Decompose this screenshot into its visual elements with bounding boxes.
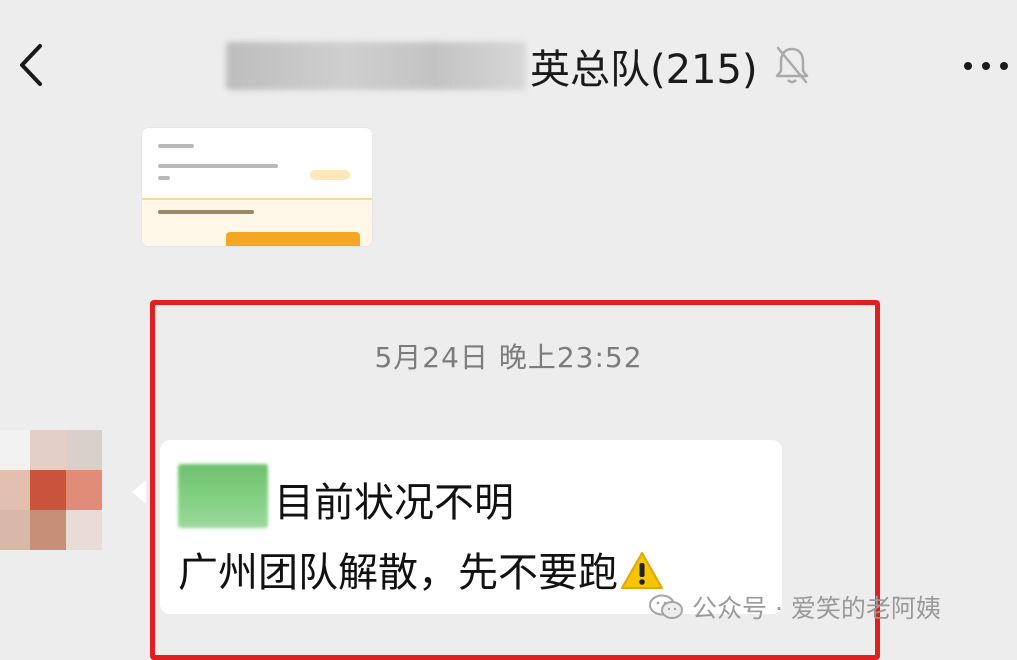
thumbnail-line	[158, 210, 254, 214]
message-line-2: 广州团队解散，先不要跑	[178, 540, 664, 598]
avatar[interactable]	[0, 430, 112, 550]
blurred-mention	[178, 464, 268, 528]
bubble-arrow	[132, 480, 146, 504]
chat-title-text: 英总队(215)	[530, 47, 758, 93]
thumbnail-line	[158, 144, 194, 148]
blurred-title-prefix	[226, 42, 526, 90]
message-bubble[interactable]: 目前状况不明 广州团队解散，先不要跑	[160, 440, 782, 614]
message-line-2-text: 广州团队解散，先不要跑	[178, 550, 618, 596]
chat-header: 英总队(215)	[0, 0, 1017, 125]
thumbnail-button	[226, 232, 360, 246]
image-message-thumbnail[interactable]	[142, 128, 372, 246]
message-line-1: 目前状况不明	[274, 480, 514, 526]
watermark: 公众号 · 爱笑的老阿姨	[648, 590, 941, 624]
wechat-icon	[649, 594, 683, 619]
watermark-text: 公众号 · 爱笑的老阿姨	[692, 594, 941, 623]
warning-icon	[621, 552, 663, 589]
more-icon[interactable]	[958, 54, 1014, 78]
thumbnail-badge	[310, 170, 350, 180]
message-timestamp: 5月24日 晚上23:52	[374, 341, 643, 374]
chat-title: 英总队(215)	[226, 34, 758, 98]
bell-muted-icon	[775, 46, 809, 84]
thumbnail-line	[158, 164, 278, 168]
chevron-left-icon[interactable]	[14, 40, 48, 90]
thumbnail-line	[158, 176, 170, 180]
